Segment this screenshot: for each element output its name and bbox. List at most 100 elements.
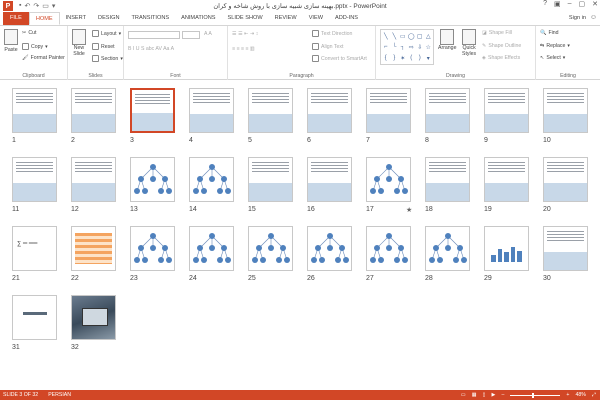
tab-add-ins[interactable]: ADD-INS — [329, 12, 364, 25]
connector-shape-icon[interactable]: └ — [391, 42, 399, 52]
tab-design[interactable]: DESIGN — [92, 12, 125, 25]
new-slide-button[interactable]: New Slide — [72, 29, 86, 57]
connector-shape-icon[interactable]: ┐ — [399, 42, 407, 52]
slide-thumbnail[interactable] — [248, 88, 293, 133]
zoom-slider[interactable] — [510, 392, 561, 398]
layout-button[interactable]: Layout ▾ — [92, 30, 121, 37]
slide-thumbnail[interactable] — [307, 88, 352, 133]
slide-thumbnail[interactable] — [71, 226, 116, 271]
slide-thumbnail[interactable] — [189, 226, 234, 271]
slide-thumbnail[interactable] — [484, 88, 529, 133]
fit-to-window-icon[interactable]: ⤢ — [592, 392, 596, 399]
tab-home[interactable]: HOME — [28, 12, 60, 25]
ribbon-display-icon[interactable]: ▣ — [554, 0, 561, 8]
slide-thumbnail[interactable] — [307, 157, 352, 202]
tab-animations[interactable]: ANIMATIONS — [175, 12, 221, 25]
slide-thumbnail[interactable] — [248, 226, 293, 271]
sign-in-link[interactable]: Sign in — [569, 15, 586, 21]
shapes-gallery[interactable]: ╲ ╲ ▭ ◯ ▢ △ ⌐ └ ┐ ⇨ ⇩ ☆ {} ✶() ▾ — [380, 29, 434, 65]
tab-insert[interactable]: INSERT — [60, 12, 92, 25]
line-shape-icon[interactable]: ⌐ — [382, 42, 390, 52]
close-icon[interactable]: ✕ — [592, 0, 598, 8]
select-button[interactable]: ↖ Select ▾ — [540, 55, 565, 61]
font-name-combo[interactable] — [128, 31, 180, 39]
slide-thumbnail[interactable] — [71, 88, 116, 133]
format-painter-button[interactable]: 🖌 Format Painter — [22, 55, 65, 61]
slide-thumbnail[interactable] — [130, 88, 175, 133]
arrow-shape-icon[interactable]: ⇨ — [408, 42, 416, 52]
rectangle-shape-icon[interactable]: ▭ — [399, 31, 407, 41]
triangle-shape-icon[interactable]: △ — [425, 31, 433, 41]
slide-thumbnail[interactable] — [130, 226, 175, 271]
align-text-button[interactable]: Align Text — [312, 43, 343, 50]
shape-fill-button[interactable]: ◪ Shape Fill — [482, 30, 512, 36]
rounded-rect-shape-icon[interactable]: ▢ — [416, 31, 424, 41]
help-icon[interactable]: ? — [543, 0, 547, 8]
zoom-out-icon[interactable]: – — [502, 392, 505, 398]
cut-button[interactable]: ✂ Cut — [22, 30, 36, 36]
minimize-icon[interactable]: – — [568, 0, 572, 8]
shape-outline-button[interactable]: ✎ Shape Outline — [482, 43, 521, 49]
brace-shape-icon[interactable]: } — [391, 53, 399, 63]
normal-view-icon[interactable]: ▭ — [461, 392, 466, 398]
language-indicator[interactable]: PERSIAN — [48, 392, 71, 398]
tab-slide-show[interactable]: SLIDE SHOW — [222, 12, 269, 25]
slide-thumbnail[interactable] — [307, 226, 352, 271]
tab-transitions[interactable]: TRANSITIONS — [125, 12, 175, 25]
maximize-icon[interactable]: ▢ — [579, 0, 586, 8]
find-button[interactable]: 🔍 Find — [540, 30, 559, 36]
arrow-shape-icon[interactable]: ⇩ — [416, 42, 424, 52]
slide-thumbnail[interactable] — [543, 88, 588, 133]
slide-thumbnail[interactable] — [248, 157, 293, 202]
slide-thumbnail[interactable] — [425, 88, 470, 133]
slide-thumbnail[interactable] — [189, 88, 234, 133]
slide-thumbnail[interactable] — [543, 157, 588, 202]
tab-view[interactable]: VIEW — [303, 12, 329, 25]
list-buttons[interactable]: ☰ ☰ ⇤ ⇥ ↕ — [232, 31, 258, 37]
slide-thumbnail[interactable] — [366, 157, 411, 202]
bracket-shape-icon[interactable]: ( — [408, 53, 416, 63]
copy-button[interactable]: Copy ▾ — [22, 43, 48, 50]
more-shapes-icon[interactable]: ▾ — [425, 53, 433, 63]
slide-thumbnail[interactable] — [425, 157, 470, 202]
text-direction-button[interactable]: Text Direction — [312, 30, 352, 37]
slide-show-icon[interactable]: ▶ — [492, 392, 496, 398]
star-shape-icon[interactable]: ✶ — [399, 53, 407, 63]
line-shape-icon[interactable]: ╲ — [382, 31, 390, 41]
replace-button[interactable]: ⇆ Replace ▾ — [540, 43, 570, 49]
font-size-buttons[interactable]: A A — [204, 31, 212, 37]
line-shape-icon[interactable]: ╲ — [391, 31, 399, 41]
slide-sorter-view-icon[interactable]: ▦ — [472, 392, 477, 398]
shape-effects-button[interactable]: ◈ Shape Effects — [482, 55, 520, 61]
slide-thumbnail[interactable] — [189, 157, 234, 202]
slide-thumbnail[interactable] — [71, 295, 116, 340]
slide-thumbnail[interactable] — [484, 226, 529, 271]
slide-thumbnail[interactable] — [484, 157, 529, 202]
tab-review[interactable]: REVIEW — [269, 12, 303, 25]
user-icon[interactable]: ☺ — [590, 14, 597, 21]
paste-button[interactable]: Paste — [4, 29, 18, 53]
slide-thumbnail[interactable] — [130, 157, 175, 202]
brace-shape-icon[interactable]: { — [382, 53, 390, 63]
slide-thumbnail[interactable] — [12, 88, 57, 133]
slide-thumbnail[interactable] — [366, 88, 411, 133]
zoom-level[interactable]: 48% — [575, 392, 585, 398]
slide-thumbnail[interactable] — [425, 226, 470, 271]
reading-view-icon[interactable]: ▯ — [483, 392, 486, 398]
slide-thumbnail[interactable] — [12, 157, 57, 202]
font-format-buttons[interactable]: B I U S abc AV Aa A — [128, 46, 174, 52]
slide-thumbnail[interactable] — [71, 157, 116, 202]
convert-smartart-button[interactable]: Convert to SmartArt — [312, 55, 367, 62]
tab-file[interactable]: FILE — [3, 12, 29, 25]
slide-thumbnail[interactable]: ∑ ═ ══ — [12, 226, 57, 271]
zoom-slider-knob[interactable] — [532, 392, 535, 398]
quick-styles-button[interactable]: Quick Styles — [462, 29, 476, 57]
reset-button[interactable]: Reset — [92, 43, 115, 50]
section-button[interactable]: Section ▾ — [92, 55, 123, 62]
slide-thumbnail[interactable] — [543, 226, 588, 271]
oval-shape-icon[interactable]: ◯ — [408, 31, 416, 41]
bracket-shape-icon[interactable]: ) — [416, 53, 424, 63]
slide-thumbnail[interactable] — [366, 226, 411, 271]
star-shape-icon[interactable]: ☆ — [425, 42, 433, 52]
slide-thumbnail[interactable] — [12, 295, 57, 340]
